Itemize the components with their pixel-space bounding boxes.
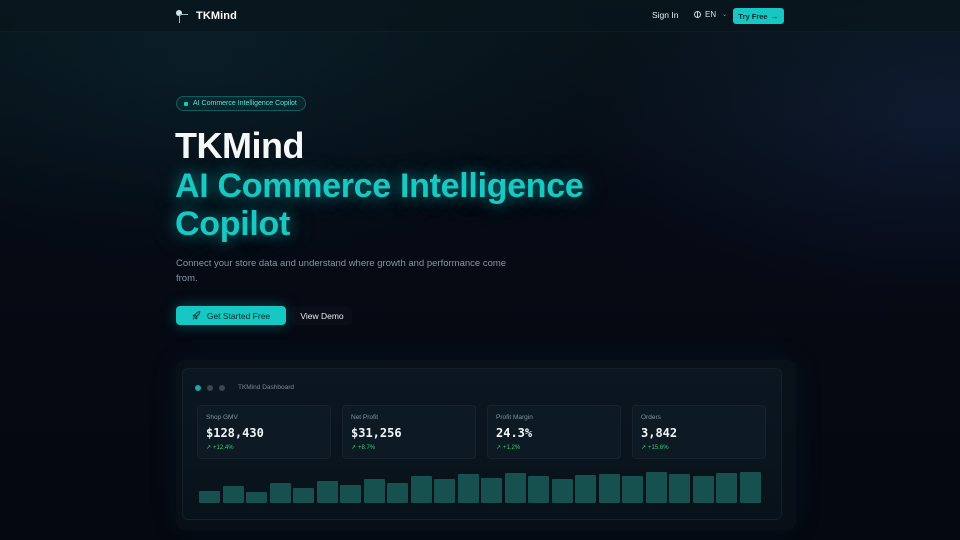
language-selector[interactable]: EN ⌄ [694, 10, 727, 19]
hero-description: Connect your store data and understand w… [176, 258, 507, 284]
tkmind-logo-icon [176, 10, 188, 23]
kpi-delta: ↗ +1.2% [496, 444, 521, 452]
chart-bar [692, 476, 714, 503]
window-dot-icon [219, 385, 225, 391]
dashboard-preview: TKMind Dashboard Shop GMV $128,430 ↗ +12.… [182, 368, 782, 520]
kpi-delta-value: +8.7% [358, 444, 376, 451]
chart-bar [716, 473, 737, 503]
chart-bar [410, 476, 432, 503]
chart-bar [457, 474, 479, 503]
trend-up-icon: ↗ [206, 445, 212, 451]
chart-bar [199, 491, 220, 503]
kpi-value: $31,256 [351, 426, 402, 440]
view-demo-button[interactable]: View Demo [292, 306, 352, 325]
try-free-label: Try Free [738, 11, 768, 21]
mini-bar-chart [199, 469, 765, 503]
chart-bar [316, 481, 338, 503]
globe-icon [694, 11, 701, 18]
rocket-icon [192, 311, 201, 320]
chart-bar [269, 483, 291, 503]
sign-in-link[interactable]: Sign In [652, 10, 678, 20]
window-dot-icon [207, 385, 213, 391]
get-started-button[interactable]: Get Started Free [176, 306, 286, 325]
brand[interactable]: TKMind [176, 7, 237, 25]
chevron-down-icon: ⌄ [722, 12, 728, 18]
trend-up-icon: ↗ [351, 445, 357, 451]
top-navbar: TKMind Sign In EN ⌄ Try Free → [0, 0, 960, 32]
chart-bar [387, 483, 408, 503]
trend-up-icon: ↗ [641, 445, 647, 451]
get-started-label: Get Started Free [206, 310, 271, 321]
pill-label: AI Commerce Intelligence Copilot [193, 100, 297, 107]
chart-bar [246, 492, 267, 503]
kpi-delta-value: +15.6% [648, 444, 669, 451]
chart-bar [293, 488, 314, 503]
kpi-label: Shop GMV [206, 414, 238, 421]
kpi-label: Orders [641, 414, 661, 421]
kpi-value: 3,842 [641, 426, 678, 440]
trend-up-icon: ↗ [496, 445, 502, 451]
chart-bar [222, 486, 244, 503]
kpi-card-orders: Orders 3,842 ↗ +15.6% [632, 405, 766, 459]
hero-pill-badge: AI Commerce Intelligence Copilot [176, 96, 306, 111]
kpi-value: $128,430 [206, 426, 264, 440]
try-free-button[interactable]: Try Free → [733, 8, 784, 24]
chart-bar [528, 476, 549, 503]
chart-bar [340, 485, 361, 503]
kpi-label: Net Profit [351, 414, 379, 421]
window-dot-icon [195, 385, 201, 391]
kpi-card-gmv: Shop GMV $128,430 ↗ +12.4% [197, 405, 331, 459]
arrow-right-icon: → [770, 11, 779, 21]
chart-bar [598, 474, 620, 503]
dashboard-title: TKMind Dashboard [238, 384, 294, 391]
chart-bar [622, 476, 643, 503]
kpi-label: Profit Margin [496, 414, 533, 421]
chart-bar [504, 473, 526, 503]
kpi-delta-value: +12.4% [213, 444, 234, 451]
brand-name: TKMind [196, 10, 237, 22]
chart-bar [481, 478, 502, 503]
kpi-card-profit-margin: Profit Margin 24.3% ↗ +1.2% [487, 405, 621, 459]
kpi-delta-value: +1.2% [503, 444, 521, 451]
chart-bar [434, 479, 455, 503]
chart-bar [669, 474, 690, 503]
kpi-card-net-profit: Net Profit $31,256 ↗ +8.7% [342, 405, 476, 459]
language-label: EN [705, 10, 717, 19]
kpi-delta: ↗ +15.6% [641, 444, 669, 452]
chart-bar [551, 479, 573, 503]
chart-bar [739, 472, 761, 503]
chart-bar [575, 475, 596, 503]
hero-subtitle: AI Commerce Intelligence Copilot [175, 167, 584, 243]
hero-title: TKMind [175, 125, 304, 166]
kpi-value: 24.3% [496, 426, 533, 440]
pill-dot-icon [184, 101, 188, 106]
kpi-delta: ↗ +8.7% [351, 444, 376, 452]
kpi-delta: ↗ +12.4% [206, 444, 234, 452]
chart-bar [363, 479, 385, 503]
chart-bar [645, 472, 667, 503]
